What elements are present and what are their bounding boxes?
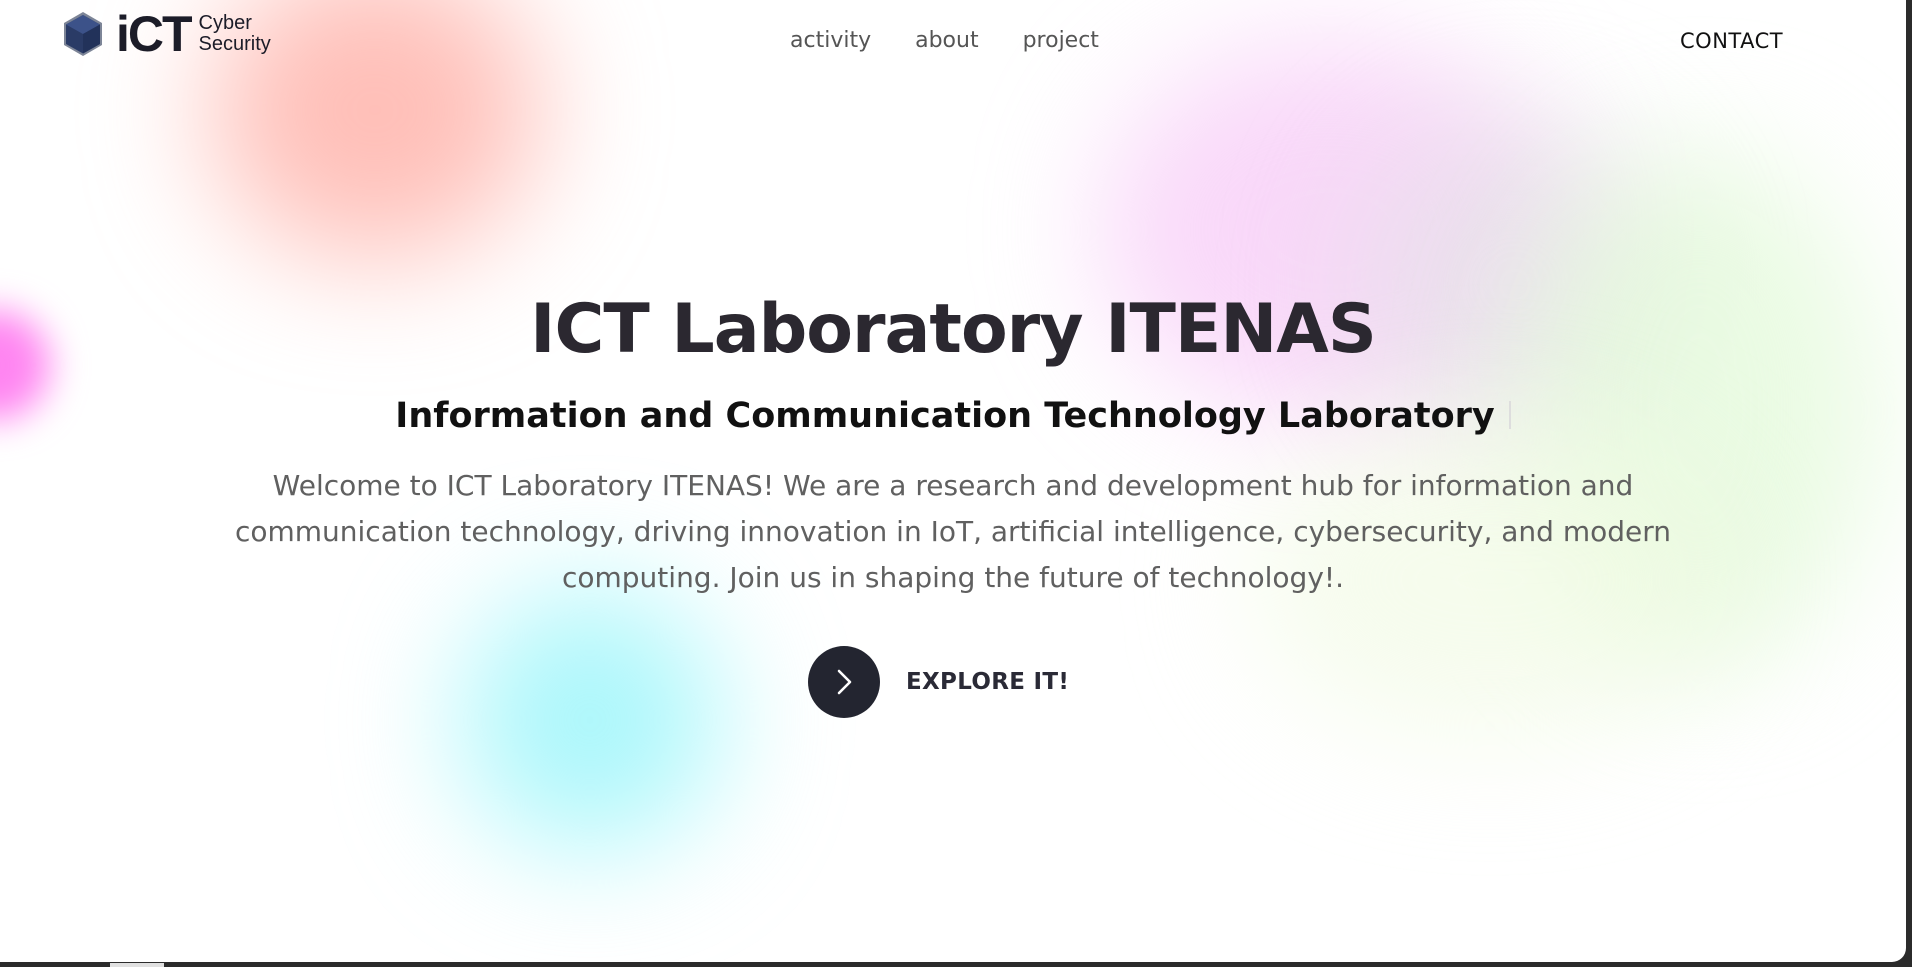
cube-logo-icon bbox=[64, 12, 102, 56]
explore-button[interactable]: EXPLORE IT! bbox=[808, 646, 1069, 718]
nav-item-project[interactable]: project bbox=[1023, 28, 1099, 53]
site-logo[interactable]: iCT Cyber Security bbox=[62, 6, 271, 62]
nav-item-activity[interactable]: activity bbox=[790, 28, 871, 53]
explore-button-label[interactable]: EXPLORE IT! bbox=[906, 669, 1069, 695]
logo-wordmark: iCT bbox=[116, 6, 193, 62]
logo-subtitle-line1: Cyber bbox=[198, 12, 252, 34]
hero-subtitle: Information and Communication Technology… bbox=[0, 396, 1906, 436]
contact-link[interactable]: CONTACT bbox=[1680, 29, 1783, 53]
main-nav: activity about project bbox=[790, 28, 1099, 53]
taskbar-tab[interactable] bbox=[110, 963, 164, 967]
hero-description: Welcome to ICT Laboratory ITENAS! We are… bbox=[234, 469, 1672, 594]
page: iCT Cyber Security activity about projec… bbox=[0, 0, 1906, 962]
typing-cursor bbox=[1508, 401, 1511, 429]
chevron-right-icon bbox=[837, 669, 852, 695]
logo-subtitle: Cyber Security bbox=[199, 13, 271, 55]
background-blob-cyan bbox=[460, 590, 720, 850]
hero-subtitle-text: Information and Communication Technology… bbox=[395, 396, 1495, 436]
hero-title: ICT Laboratory ITENAS bbox=[530, 290, 1377, 369]
nav-item-about[interactable]: about bbox=[915, 28, 978, 53]
logo-subtitle-line2: Security bbox=[198, 33, 271, 55]
explore-button-circle[interactable] bbox=[808, 646, 880, 718]
